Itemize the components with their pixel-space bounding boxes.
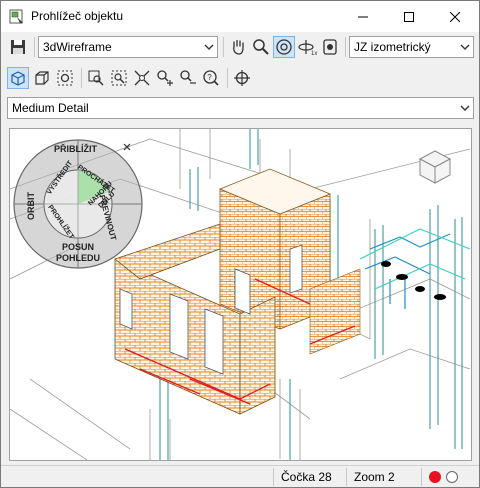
svg-text:?: ?	[207, 73, 212, 82]
view-cube-icon	[11, 71, 25, 86]
chevron-down-icon	[460, 44, 470, 50]
box-icon	[35, 71, 49, 85]
steering-wheel-button[interactable]	[54, 67, 76, 89]
orbit-rotate-icon: 1x	[298, 40, 317, 56]
app-icon	[9, 9, 23, 24]
maximize-button[interactable]	[386, 1, 432, 32]
zoom-extents-button[interactable]	[108, 67, 130, 89]
zoom-fit-icon	[134, 70, 150, 86]
zoom-in-button[interactable]	[154, 67, 176, 89]
save-button[interactable]	[7, 36, 29, 58]
model-viewport[interactable]: PŘIBLÍŽIT PŘEVINOUT ORBIT VYSTŘEDIT PROC…	[9, 128, 472, 461]
zoom-fit-button[interactable]	[131, 67, 153, 89]
detail-level-dropdown[interactable]: Medium Detail	[7, 97, 474, 119]
zoom-extents-icon	[111, 70, 127, 86]
object-viewer-window: Prohlížeč objektu 3dWireframe 1x JZ izom…	[0, 0, 480, 488]
minimize-icon	[358, 16, 368, 17]
zoom-window-button[interactable]	[85, 67, 107, 89]
orbit-icon	[276, 39, 292, 55]
save-icon	[11, 40, 25, 54]
orbit-constrained-button[interactable]: 1x	[296, 36, 318, 58]
zoom-out-button[interactable]	[177, 67, 199, 89]
record-icon	[429, 471, 441, 483]
view-dropdown[interactable]: JZ izometrický	[349, 36, 474, 58]
record-controls	[421, 468, 477, 486]
zoom-in-icon	[157, 70, 173, 86]
pan-hand-icon	[233, 39, 244, 55]
zoom-help-button[interactable]: ?	[200, 67, 222, 89]
detail-level-value: Medium Detail	[12, 101, 89, 115]
navigation-steering-wheel[interactable]: PŘIBLÍŽIT PŘEVINOUT ORBIT VYSTŘEDIT PROC…	[12, 138, 144, 270]
zoom-status: Zoom 2	[346, 468, 420, 486]
visual-style-dropdown[interactable]: 3dWireframe	[38, 36, 218, 58]
wheel-pan-label[interactable]: POSUN POHLEDU	[52, 242, 104, 264]
wheel-orbit-label[interactable]: ORBIT	[26, 192, 36, 220]
pan-button[interactable]	[227, 36, 249, 58]
stop-icon	[446, 471, 458, 483]
view-value: JZ izometrický	[354, 40, 431, 54]
box-view-button[interactable]	[31, 67, 53, 89]
chevron-down-icon	[460, 105, 470, 111]
zoom-icon	[253, 39, 269, 55]
title-bar: Prohlížeč objektu	[1, 1, 479, 32]
maximize-icon	[404, 11, 414, 22]
camera-icon	[323, 39, 337, 55]
zoom-help-icon: ?	[203, 70, 219, 86]
record-icons	[429, 471, 458, 483]
wheel-zoom-label[interactable]: PŘIBLÍŽIT	[54, 144, 97, 154]
visual-style-value: 3dWireframe	[43, 40, 112, 54]
zoom-window-icon	[88, 70, 104, 86]
view-cube-button[interactable]	[7, 67, 29, 89]
zoom-button[interactable]	[250, 36, 272, 58]
svg-text:1x: 1x	[311, 51, 317, 56]
camera-button[interactable]	[319, 36, 341, 58]
orbit-button[interactable]	[273, 36, 295, 58]
minimize-button[interactable]	[340, 1, 386, 32]
crosshair-button[interactable]	[231, 67, 253, 89]
lens-status: Čočka 28	[273, 468, 345, 486]
zoom-out-icon	[180, 70, 196, 84]
crosshair-icon	[234, 70, 250, 86]
chevron-down-icon	[204, 44, 214, 50]
steering-wheel-icon	[57, 70, 73, 86]
close-icon	[450, 11, 460, 22]
close-button[interactable]	[432, 1, 478, 32]
status-bar: Čočka 28 Zoom 2	[1, 465, 479, 487]
window-title: Prohlížeč objektu	[31, 9, 124, 23]
